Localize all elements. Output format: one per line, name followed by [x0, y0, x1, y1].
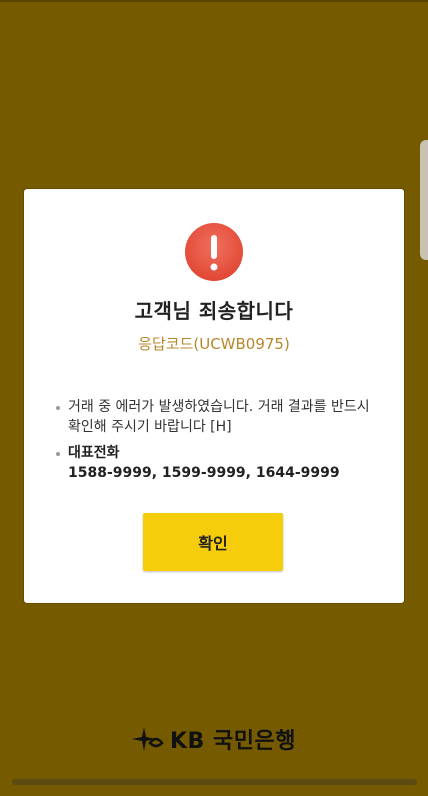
phone-label: 대표전화 [68, 445, 120, 461]
dialog-title: 고객님 죄송합니다 [134, 299, 294, 323]
error-dialog: 고객님 죄송합니다 응답코드(UCWB0975) 거래 중 에러가 발생하였습니… [24, 189, 404, 603]
logo-text: KB 국민은행 [170, 729, 296, 754]
info-section: 거래 중 에러가 발생하였습니다. 거래 결과를 반드시 확인해 주시기 바랍니… [56, 397, 386, 483]
exclamation-circle-icon [185, 223, 243, 281]
edge-scroll-handle[interactable] [420, 140, 428, 260]
kb-logo: KB 국민은행 [130, 724, 296, 754]
response-code: 응답코드(UCWB0975) [138, 335, 290, 353]
error-message: 거래 중 에러가 발생하였습니다. 거래 결과를 반드시 확인해 주시기 바랍니… [68, 399, 370, 435]
top-divider [0, 0, 428, 2]
error-message-item: 거래 중 에러가 발생하였습니다. 거래 결과를 반드시 확인해 주시기 바랍니… [56, 397, 386, 437]
phone-info-item: 대표전화 1588-9999, 1599-9999, 1644-9999 [56, 443, 386, 483]
phone-numbers: 1588-9999, 1599-9999, 1644-9999 [68, 465, 340, 481]
bottom-handle-bar [12, 779, 417, 785]
kb-star-logo-icon [132, 727, 164, 751]
confirm-button[interactable]: 확인 [143, 513, 283, 571]
